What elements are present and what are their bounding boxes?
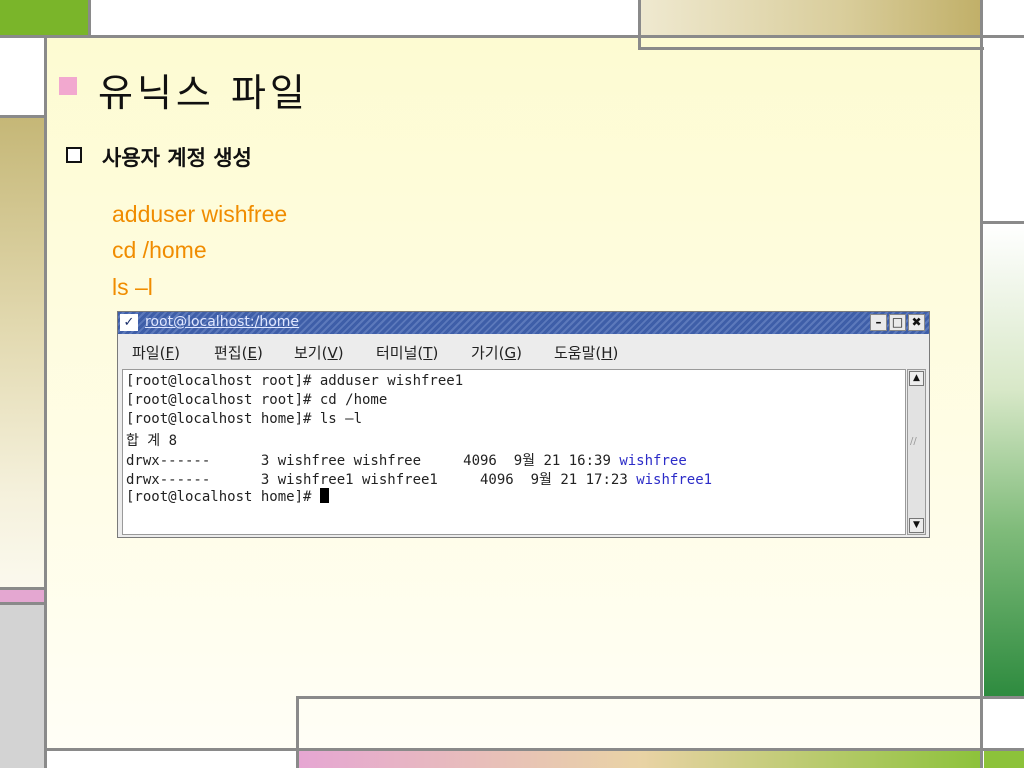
decor-green-block [0, 0, 88, 35]
terminal-line: 합 계 8 [126, 433, 178, 449]
terminal-prompt: [root@localhost home]# [126, 488, 329, 505]
decor-bottom-right-white [984, 699, 1024, 749]
decor-bottom-corner [984, 751, 1024, 768]
menu-go[interactable]: 가기(G) [471, 342, 522, 363]
text-cursor [319, 488, 329, 503]
frame-line [0, 35, 1024, 38]
frame-line [44, 35, 47, 768]
frame-line [296, 696, 299, 768]
decor-pink-strip [0, 590, 44, 602]
listing-row: drwx------ 3 wishfree wishfree 4096 9월 2… [126, 453, 687, 469]
slide-subtitle: 사용자 계정 생성 [102, 146, 252, 170]
frame-line [638, 47, 984, 50]
terminal-line: [root@localhost root]# cd /home [126, 392, 388, 408]
window-title: root@localhost:/home [145, 314, 300, 330]
command-line: adduser wishfree [112, 201, 288, 227]
decor-right-green [984, 224, 1024, 696]
window-menu-icon[interactable]: ✓ [120, 314, 138, 331]
terminal-menubar: 파일(F) 편집(E) 보기(V) 터미널(T) 가기(G) 도움말(H) [118, 336, 929, 368]
terminal-line: [root@localhost root]# adduser wishfree1 [126, 373, 464, 389]
terminal-window: ✓ root@localhost:/home – □ ✖ 파일(F) 편집(E)… [117, 311, 930, 538]
terminal-titlebar[interactable]: ✓ root@localhost:/home – □ ✖ [118, 312, 929, 334]
menu-view[interactable]: 보기(V) [294, 342, 344, 363]
decor-bottom-gradient [298, 751, 983, 768]
slide-title: 유닉스 파일 [98, 71, 309, 115]
scroll-down-icon[interactable]: ▼ [909, 518, 924, 533]
listing-row: drwx------ 3 wishfree1 wishfree1 4096 9월… [126, 472, 713, 488]
scroll-grip-icon[interactable]: // [910, 436, 917, 447]
menu-help[interactable]: 도움말(H) [554, 342, 618, 363]
frame-line [638, 0, 641, 50]
dir-name: wishfree1 [636, 472, 713, 488]
maximize-icon[interactable]: □ [889, 314, 906, 331]
terminal-scrollbar[interactable]: ▲ // ▼ [907, 369, 926, 535]
command-line: ls –l [112, 274, 153, 300]
decor-top-gradient [640, 0, 980, 35]
frame-line [980, 696, 1024, 699]
frame-line [0, 602, 46, 605]
decor-white-block [0, 38, 44, 115]
menu-terminal[interactable]: 터미널(T) [376, 342, 438, 363]
title-bullet-icon [59, 77, 77, 95]
frame-line [44, 748, 1024, 751]
scroll-up-icon[interactable]: ▲ [909, 371, 924, 386]
command-line: cd /home [112, 237, 207, 263]
dir-name: wishfree [619, 453, 687, 469]
close-icon[interactable]: ✖ [908, 314, 925, 331]
frame-line [0, 115, 46, 118]
terminal-output[interactable]: [root@localhost root]# adduser wishfree1… [122, 369, 906, 535]
frame-line [980, 221, 1024, 224]
menu-file[interactable]: 파일(F) [132, 342, 180, 363]
frame-line [88, 0, 91, 38]
decor-tan-column [0, 118, 44, 588]
menu-edit[interactable]: 편집(E) [214, 342, 263, 363]
decor-right-white [982, 0, 1024, 220]
frame-line [296, 696, 982, 699]
terminal-line: [root@localhost home]# ls –l [126, 411, 363, 427]
minimize-icon[interactable]: – [870, 314, 887, 331]
frame-line [0, 587, 46, 590]
frame-line [980, 0, 983, 768]
checkbox-bullet-icon [66, 147, 82, 163]
